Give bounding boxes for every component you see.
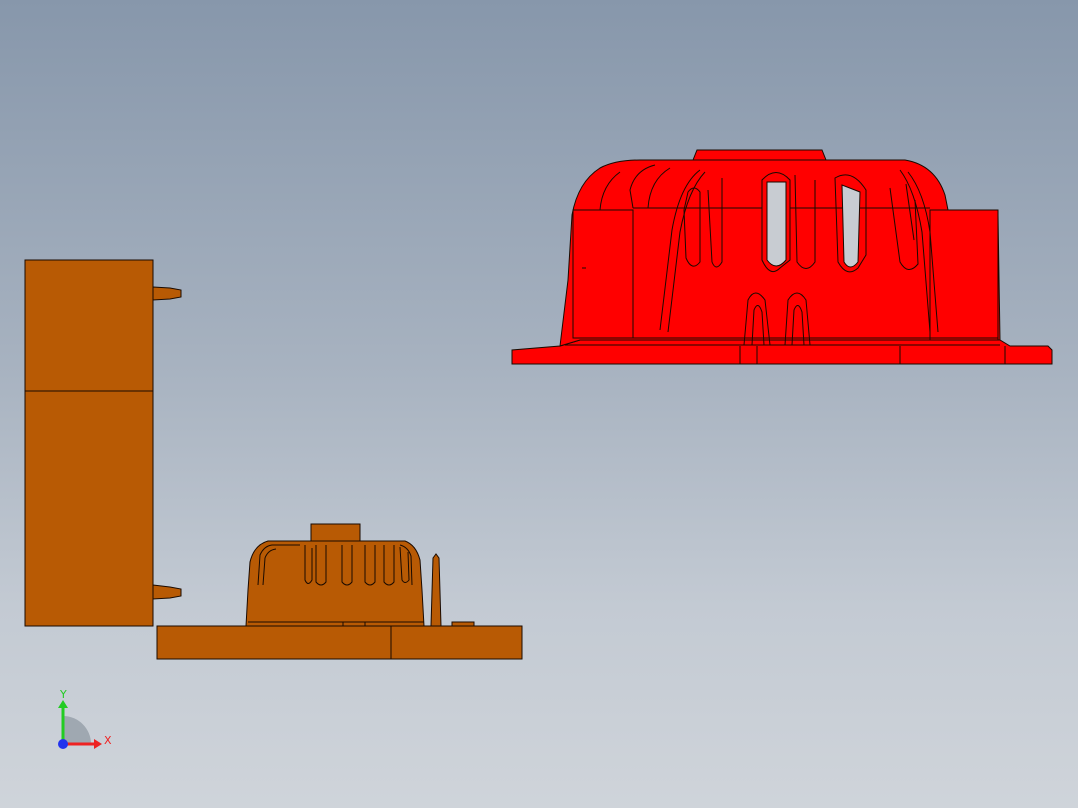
ejector-pin[interactable]	[430, 553, 442, 627]
cover-core-top-boss[interactable]	[310, 523, 361, 542]
small-feature	[451, 621, 475, 627]
mold-pin-bottom[interactable]	[152, 584, 182, 600]
mold-base-plate-right[interactable]	[390, 625, 523, 660]
model-canvas[interactable]: Y X	[0, 0, 1078, 808]
mold-block-upper[interactable]	[24, 259, 154, 392]
cover-top-boss[interactable]	[692, 149, 827, 161]
triad-y-label: Y	[59, 688, 67, 701]
triad-x-label: X	[104, 734, 112, 747]
cover-core-body[interactable]	[245, 540, 425, 627]
triad-plane-indicator	[63, 716, 91, 744]
small-feature	[342, 621, 366, 627]
cover-side-block-left[interactable]	[572, 209, 634, 339]
mold-block-lower[interactable]	[24, 390, 154, 627]
mold-base-plate-left[interactable]	[156, 625, 392, 660]
mold-pin-top[interactable]	[152, 286, 182, 301]
cover-slot-opening	[841, 184, 861, 268]
cover-side-block-right[interactable]	[929, 209, 999, 341]
highlighted-cover-part[interactable]	[511, 149, 1053, 365]
mold-front-view[interactable]	[156, 523, 523, 660]
mold-side-view[interactable]	[24, 259, 182, 627]
coordinate-triad: Y X	[58, 688, 112, 749]
triad-x-arrow-icon	[94, 739, 102, 749]
cover-slot-opening	[766, 181, 787, 267]
triad-z-axis-icon	[58, 739, 68, 749]
graphics-viewport[interactable]: Y X	[0, 0, 1078, 808]
triad-y-arrow-icon	[58, 700, 68, 708]
cover-flange[interactable]	[511, 339, 1053, 365]
